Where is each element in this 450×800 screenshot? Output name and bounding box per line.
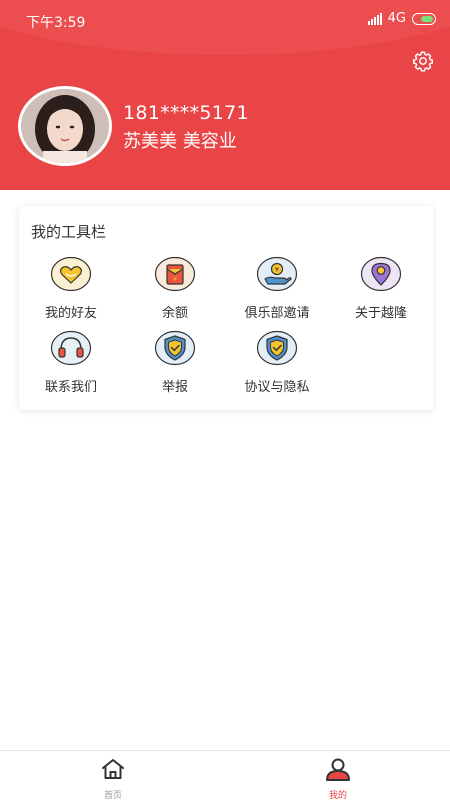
avatar-photo <box>21 89 109 163</box>
toolbar-card: 我的工具栏 我的好友 ¥ 余额 ¥ 俱乐部邀请 关于越隆 联系我们 举报 协议与… <box>19 206 433 410</box>
heart-icon <box>50 256 92 292</box>
profile-phone: 181****5171 <box>123 102 249 124</box>
toolbar-item-label: 联系我们 <box>44 380 97 395</box>
home-icon <box>102 759 124 779</box>
svg-text:¥: ¥ <box>275 266 279 274</box>
wallet-icon: ¥ <box>154 256 196 292</box>
location-pin-icon <box>360 256 402 292</box>
nav-label-home: 首页 <box>103 791 122 800</box>
status-time: 下午3:59 <box>26 15 86 31</box>
toolbar-item-friends[interactable]: 我的好友 <box>21 256 121 321</box>
toolbar-item-label: 举报 <box>161 380 188 395</box>
toolbar-item-privacy[interactable]: 协议与隐私 <box>227 330 327 395</box>
toolbar-item-label: 协议与隐私 <box>244 380 310 395</box>
toolbar-item-label: 关于越隆 <box>354 306 407 321</box>
toolbar-item-report[interactable]: 举报 <box>125 330 225 395</box>
profile-header: 下午3:59 4G 181****5171 苏美美 美容业 <box>0 0 450 190</box>
user-icon <box>326 758 350 781</box>
toolbar-item-label: 俱乐部邀请 <box>244 306 310 321</box>
invite-hand-icon: ¥ <box>256 256 298 292</box>
headset-icon <box>50 330 92 366</box>
battery-icon <box>412 12 436 25</box>
profile-name: 苏美美 美容业 <box>123 131 237 152</box>
signal-icon <box>367 12 382 25</box>
toolbar-item-balance[interactable]: ¥ 余额 <box>125 256 225 321</box>
svg-text:¥: ¥ <box>173 276 177 283</box>
toolbar-item-label: 余额 <box>161 306 188 321</box>
status-bar: 下午3:59 4G <box>0 0 450 40</box>
toolbar-item-contact[interactable]: 联系我们 <box>21 330 121 395</box>
bottom-nav: 首页 我的 <box>0 750 450 800</box>
nav-item-home[interactable]: 首页 <box>83 757 143 800</box>
avatar[interactable] <box>18 86 112 166</box>
shield-check-icon <box>154 330 196 366</box>
nav-label-mine: 我的 <box>328 791 347 800</box>
toolbar-item-about[interactable]: 关于越隆 <box>331 256 431 321</box>
network-type: 4G <box>387 11 406 26</box>
toolbar-item-club-invite[interactable]: ¥ 俱乐部邀请 <box>227 256 327 321</box>
profile-screen: 下午3:59 4G 181****5171 苏美美 美容业 我的工具栏 我的好友… <box>0 0 450 800</box>
status-indicators: 4G <box>367 11 436 26</box>
shield-check-icon <box>256 330 298 366</box>
gear-icon[interactable] <box>412 50 434 72</box>
nav-item-mine[interactable]: 我的 <box>308 757 368 800</box>
toolbar-title: 我的工具栏 <box>31 223 107 241</box>
toolbar-item-label: 我的好友 <box>44 306 97 321</box>
